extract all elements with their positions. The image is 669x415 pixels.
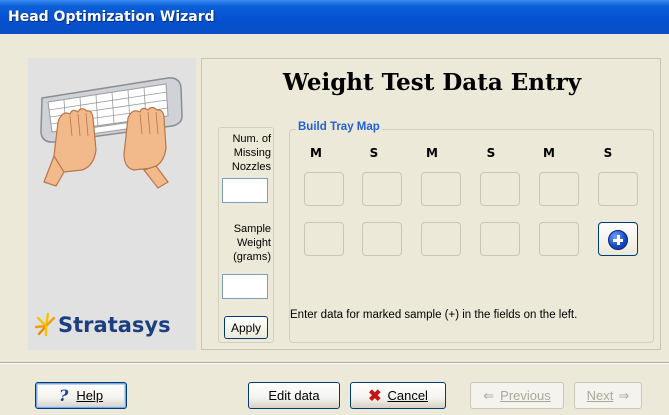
missing-nozzles-label-1: Num. of: [232, 133, 271, 145]
sample-weight-input[interactable]: [222, 274, 268, 299]
missing-nozzles-label-3: Nozzles: [231, 161, 271, 173]
build-tray-title: Build Tray Map: [296, 121, 382, 133]
blue-plus-icon: [608, 230, 628, 250]
tray-cell[interactable]: [421, 172, 461, 206]
stratasys-logo: Stratasys: [34, 312, 171, 337]
tray-cell[interactable]: [304, 172, 344, 206]
next-button[interactable]: Next ⇒: [574, 382, 642, 409]
tray-cell[interactable]: [421, 222, 461, 256]
tray-column-header: M: [426, 146, 438, 160]
tray-cell[interactable]: [598, 172, 638, 206]
help-label: Help: [76, 388, 104, 403]
next-label: Next: [586, 388, 614, 403]
tray-column-header: M: [543, 146, 555, 160]
help-button[interactable]: ? Help: [35, 382, 127, 409]
tray-column-header: M: [310, 146, 322, 160]
tray-cell[interactable]: [362, 172, 402, 206]
tray-cell[interactable]: [539, 172, 579, 206]
tray-cell-marked[interactable]: [598, 222, 638, 256]
edit-data-label: Edit data: [268, 388, 320, 403]
help-question-icon: ?: [58, 386, 69, 405]
tray-cell[interactable]: [304, 222, 344, 256]
previous-label: Previous: [500, 388, 551, 403]
sample-input-group: Num. of Missing Nozzles Sample Weight (g…: [218, 127, 274, 343]
missing-nozzles-input[interactable]: [222, 178, 268, 203]
tray-column-header: S: [369, 146, 379, 160]
tray-column-header: S: [486, 146, 496, 160]
tray-cell[interactable]: [480, 172, 520, 206]
sample-weight-label-3: (grams): [233, 251, 271, 263]
apply-button[interactable]: Apply: [224, 316, 268, 339]
keyboard-hands-icon: [40, 77, 183, 189]
brand-name: Stratasys: [58, 313, 171, 337]
stratasys-star-icon: [34, 312, 56, 336]
window-title: Head Optimization Wizard: [0, 0, 669, 34]
right-arrow-icon: ⇒: [618, 387, 630, 403]
cancel-button[interactable]: ✖ Cancel: [350, 382, 446, 409]
missing-nozzles-label-2: Missing: [233, 147, 271, 159]
red-x-icon: ✖: [368, 387, 382, 405]
illustration-panel: Stratasys: [28, 58, 196, 350]
tray-instruction: Enter data for marked sample (+) in the …: [290, 309, 578, 321]
cancel-label: Cancel: [387, 388, 428, 403]
sample-weight-label-1: Sample: [233, 223, 271, 235]
edit-data-button[interactable]: Edit data: [248, 382, 340, 409]
tray-cell[interactable]: [362, 222, 402, 256]
tray-cell[interactable]: [539, 222, 579, 256]
content-panel: Weight Test Data Entry Num. of Missing N…: [201, 58, 661, 350]
left-arrow-icon: ⇐: [483, 387, 495, 403]
page-title: Weight Test Data Entry: [282, 69, 582, 96]
previous-button[interactable]: ⇐ Previous: [470, 382, 564, 409]
footer-divider-highlight: [0, 363, 669, 364]
sample-weight-label-2: Weight: [236, 237, 271, 249]
tray-cell[interactable]: [480, 222, 520, 256]
tray-column-header: S: [603, 146, 613, 160]
build-tray-map: Build Tray Map M S M S M S Enter data fo…: [289, 121, 654, 343]
